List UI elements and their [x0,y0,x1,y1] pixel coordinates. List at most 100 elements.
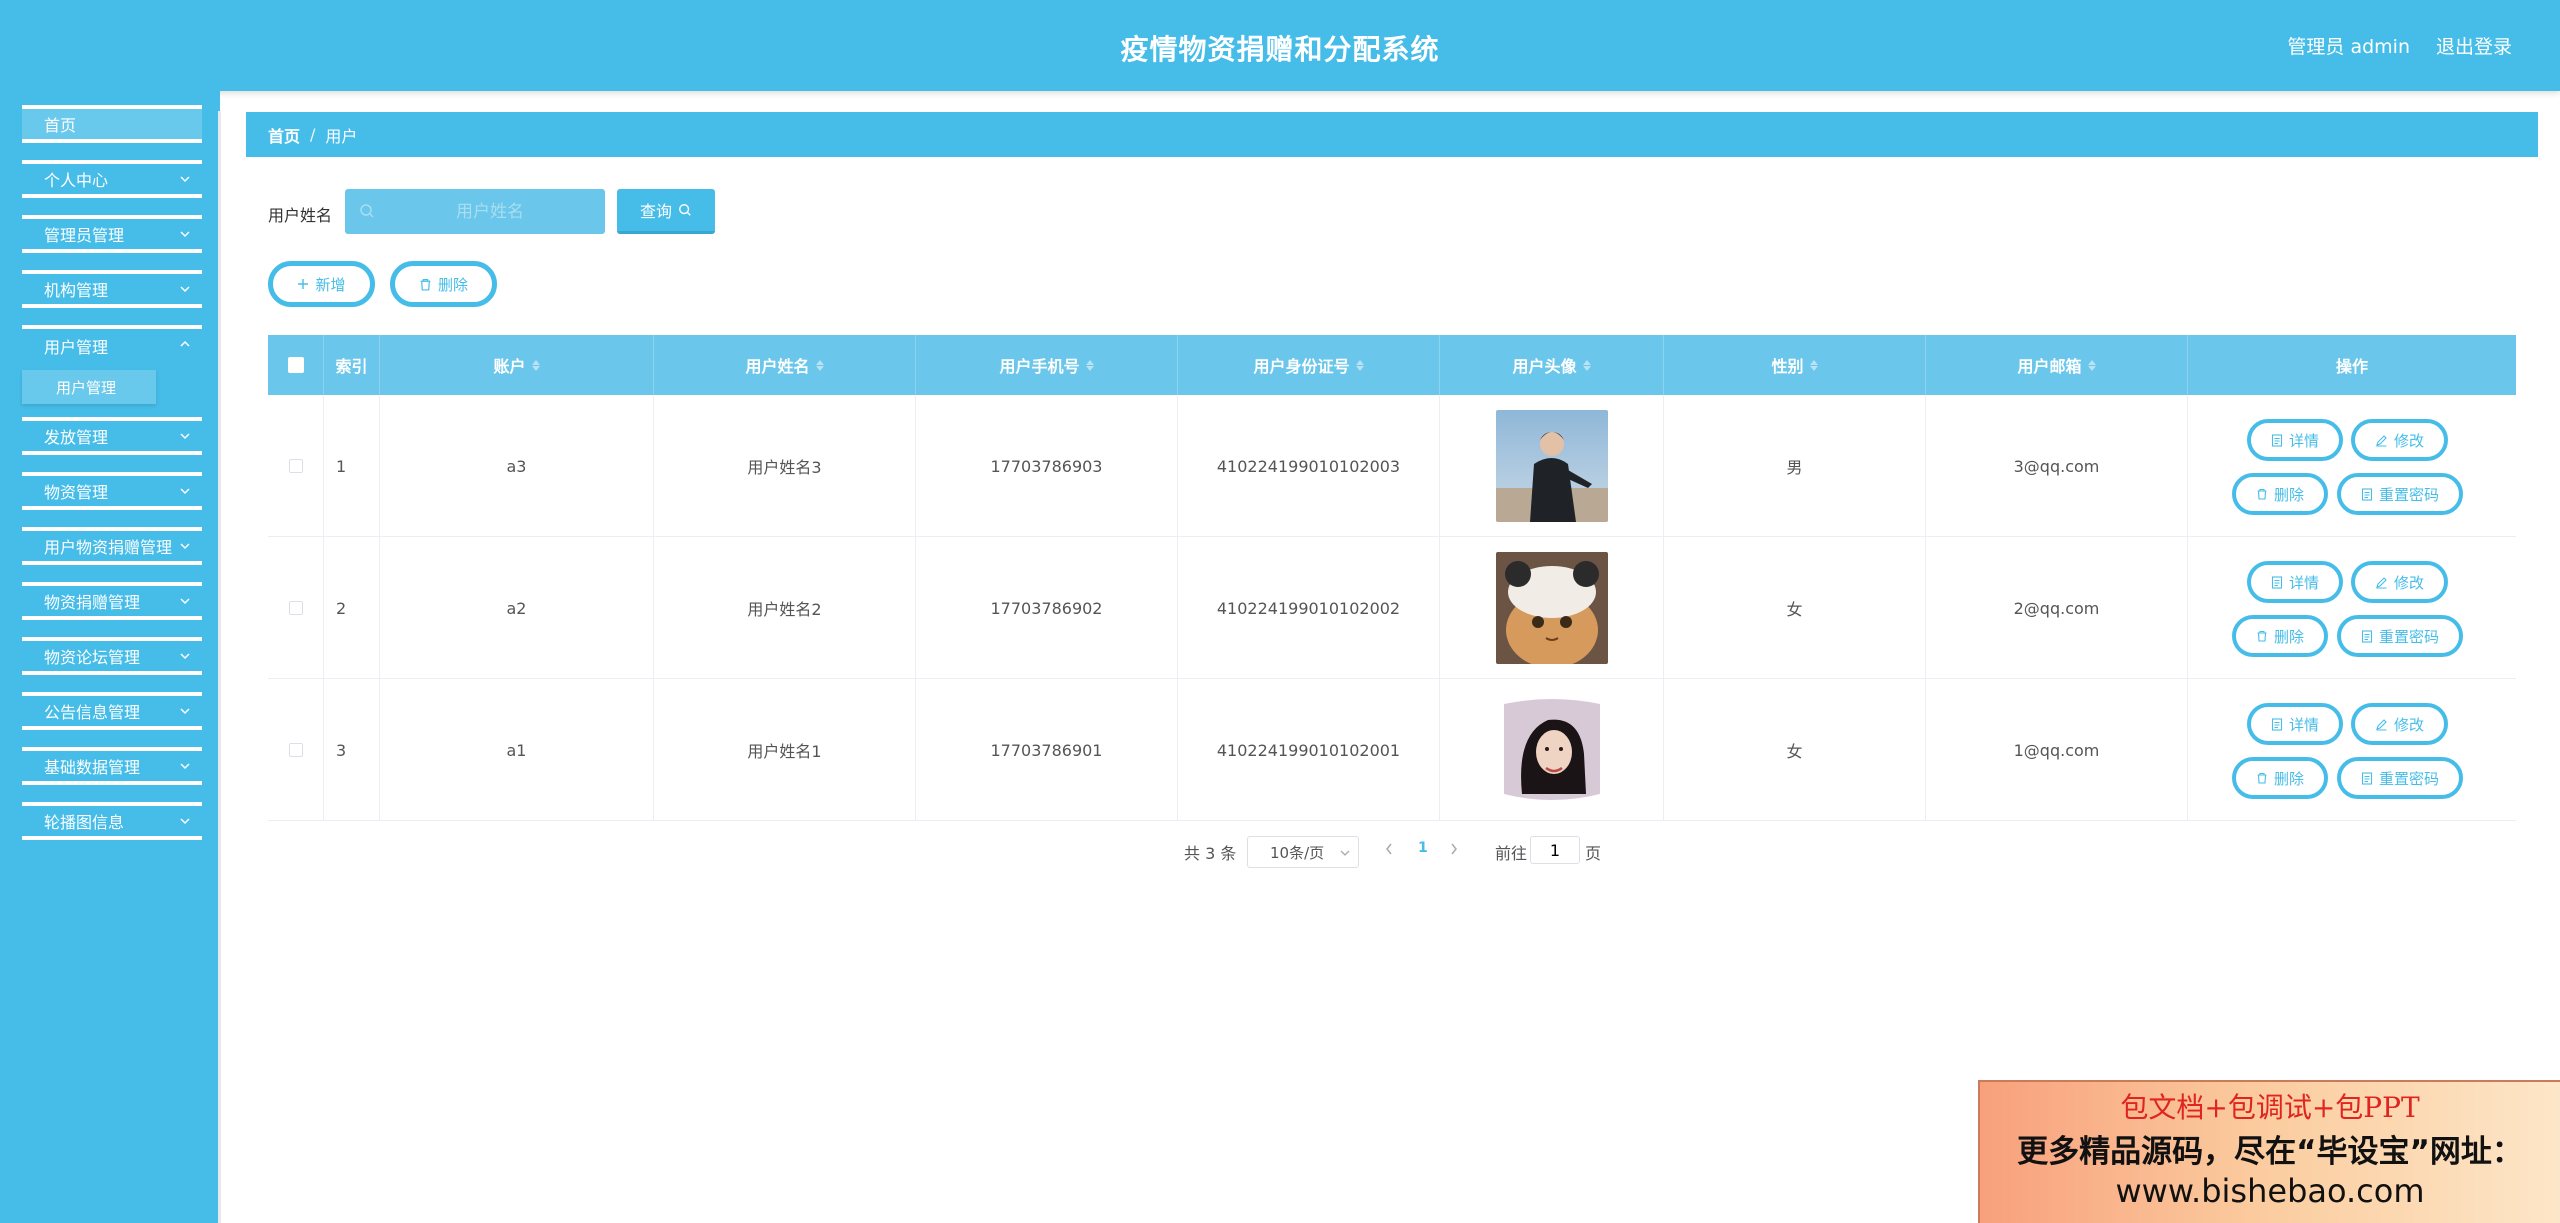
avatar[interactable] [1495,552,1608,664]
sidebar-item-label: 发放管理 [44,428,109,447]
chevron-down-icon [180,433,190,440]
sidebar-item-label: 机构管理 [44,281,109,300]
document-icon [2271,433,2283,447]
column-header[interactable]: 用户身份证号 [1178,335,1440,395]
search-input[interactable] [385,189,595,234]
row-checkbox[interactable] [288,601,303,615]
cell-idcard: 410224199010102002 [1178,537,1440,679]
detail-button[interactable]: 详情 [2247,561,2343,603]
sidebar-item-label: 用户物资捐赠管理 [44,538,173,557]
sidebar-subitem-label: 用户管理 [56,378,117,397]
reset-password-button[interactable]: 重置密码 [2337,615,2463,657]
sidebar-edge [218,111,221,1223]
sort-icon[interactable] [1809,359,1818,371]
sort-icon[interactable] [1355,359,1364,371]
prev-page-icon[interactable] [1384,842,1394,856]
logout-link[interactable]: 退出登录 [2436,32,2512,59]
pencil-icon [2376,718,2387,731]
row-select[interactable] [268,679,324,821]
column-header[interactable]: 用户姓名 [654,335,916,395]
sidebar-item-forum[interactable]: 物资论坛管理 [22,637,202,675]
chevron-down-icon [180,543,190,550]
cell-email: 3@qq.com [1926,395,2188,537]
search-icon [679,204,691,216]
column-header[interactable]: 用户邮箱 [1926,335,2188,395]
sidebar-item-orgs[interactable]: 机构管理 [22,270,202,308]
detail-button[interactable]: 详情 [2247,419,2343,461]
sort-icon[interactable] [1085,359,1094,371]
sidebar-subitem-users[interactable]: 用户管理 [22,370,156,404]
reset-password-button[interactable]: 重置密码 [2337,473,2463,515]
current-user: 管理员 admin [2287,36,2410,58]
sidebar-item-distribution[interactable]: 发放管理 [22,417,202,455]
edit-button[interactable]: 修改 [2351,703,2448,745]
sidebar-item-donations[interactable]: 物资捐赠管理 [22,582,202,620]
breadcrumb: 首页 / 用户 [246,112,2538,157]
column-header[interactable]: 性别 [1664,335,1926,395]
sidebar-item-label: 用户管理 [44,338,109,357]
goto-page-input[interactable] [1530,836,1580,864]
page-size-select[interactable]: 10条/页 [1247,836,1359,868]
edit-button[interactable]: 修改 [2351,561,2448,603]
header-select-all[interactable] [268,335,324,395]
document-icon [2271,575,2283,589]
table-row: 1 a3 用户姓名3 17703786903 41022419901010200… [268,395,2516,537]
cell-phone: 17703786901 [916,679,1178,821]
sidebar-item-basedata[interactable]: 基础数据管理 [22,747,202,785]
add-button[interactable]: 新增 [268,261,375,307]
goto-prefix: 前往 [1495,844,1528,863]
cell-avatar [1440,395,1664,537]
row-select[interactable] [268,395,324,537]
trash-icon [2257,488,2267,500]
app-title: 疫情物资捐赠和分配系统 [1120,33,1440,66]
cell-gender: 男 [1664,395,1926,537]
cell-email: 2@qq.com [1926,537,2188,679]
row-checkbox[interactable] [288,459,303,473]
row-delete-button[interactable]: 删除 [2232,473,2328,515]
trash-icon [2257,630,2267,642]
sort-icon[interactable] [2087,359,2096,371]
query-button[interactable]: 查询 [617,189,715,234]
detail-button[interactable]: 详情 [2247,703,2343,745]
column-header[interactable]: 用户手机号 [916,335,1178,395]
row-checkbox[interactable] [288,743,303,757]
promo-url: www.bishebao.com [2115,1172,2425,1210]
bulk-delete-button-label: 删除 [437,275,468,294]
edit-button[interactable]: 修改 [2351,419,2448,461]
sidebar-item-notices[interactable]: 公告信息管理 [22,692,202,730]
sort-icon[interactable] [815,359,824,371]
next-page-icon[interactable] [1449,842,1459,856]
sidebar-item-home[interactable]: 首页 [22,105,202,143]
chevron-down-icon [180,231,190,238]
avatar[interactable] [1495,694,1608,806]
chevron-down-icon [180,818,190,825]
sidebar-item-supplies[interactable]: 物资管理 [22,472,202,510]
sidebar-item-carousel[interactable]: 轮播图信息 [22,802,202,840]
sidebar-item-user-donations[interactable]: 用户物资捐赠管理 [22,527,202,565]
sort-icon[interactable] [1582,359,1591,371]
avatar[interactable] [1495,410,1608,522]
sidebar-item-label: 管理员管理 [44,226,125,245]
row-delete-button[interactable]: 删除 [2232,615,2328,657]
row-select[interactable] [268,537,324,679]
add-button-label: 新增 [315,275,346,294]
row-delete-button[interactable]: 删除 [2232,757,2328,799]
cell-index: 3 [324,679,380,821]
reset-password-button[interactable]: 重置密码 [2337,757,2463,799]
column-header[interactable]: 账户 [380,335,654,395]
page-number-current[interactable]: 1 [1418,840,1428,856]
cell-index: 1 [324,395,380,537]
sort-icon[interactable] [531,359,540,371]
cell-actions [2188,679,2516,821]
sidebar-item-users[interactable]: 用户管理 [22,325,202,363]
bulk-delete-button[interactable]: 删除 [390,261,497,307]
search-icon [360,204,374,218]
sidebar-item-profile[interactable]: 个人中心 [22,160,202,198]
goto-suffix: 页 [1585,844,1602,863]
sidebar-item-admins[interactable]: 管理员管理 [22,215,202,253]
column-header[interactable]: 用户头像 [1440,335,1664,395]
promo-banner: 包文档+包调试+包PPT 更多精品源码，尽在“毕设宝”网址： www.bishe… [1978,1080,2560,1223]
column-header: 索引 [324,335,380,395]
breadcrumb-home[interactable]: 首页 [268,123,300,147]
select-all-checkbox[interactable] [287,357,304,373]
